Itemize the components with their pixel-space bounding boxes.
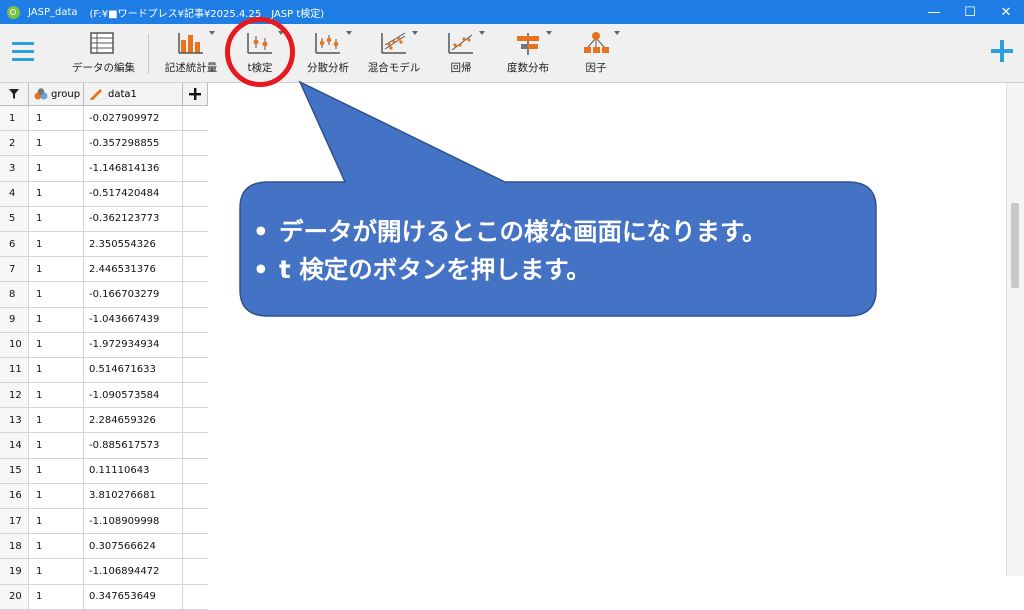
callout-text: • データが開けるとこの様な画面になります。 • t 検定のボタンを押します。 (253, 213, 767, 289)
callout-line-2: • t 検定のボタンを押します。 (253, 251, 767, 289)
callout-line-2-text: t 検定のボタンを押します。 (279, 255, 591, 284)
cell-data1[interactable]: 0.347653649 (84, 584, 183, 609)
callout-line-1: • データが開けるとこの様な画面になります。 (253, 213, 767, 251)
bullet: • (253, 255, 269, 284)
cell-group[interactable]: 1 (29, 584, 84, 609)
row-number: 20 (0, 584, 29, 609)
bullet: • (253, 217, 269, 246)
callout-line-1-text: データが開けるとこの様な画面になります。 (279, 217, 767, 246)
table-row: 20 1 0.347653649 (0, 584, 208, 610)
